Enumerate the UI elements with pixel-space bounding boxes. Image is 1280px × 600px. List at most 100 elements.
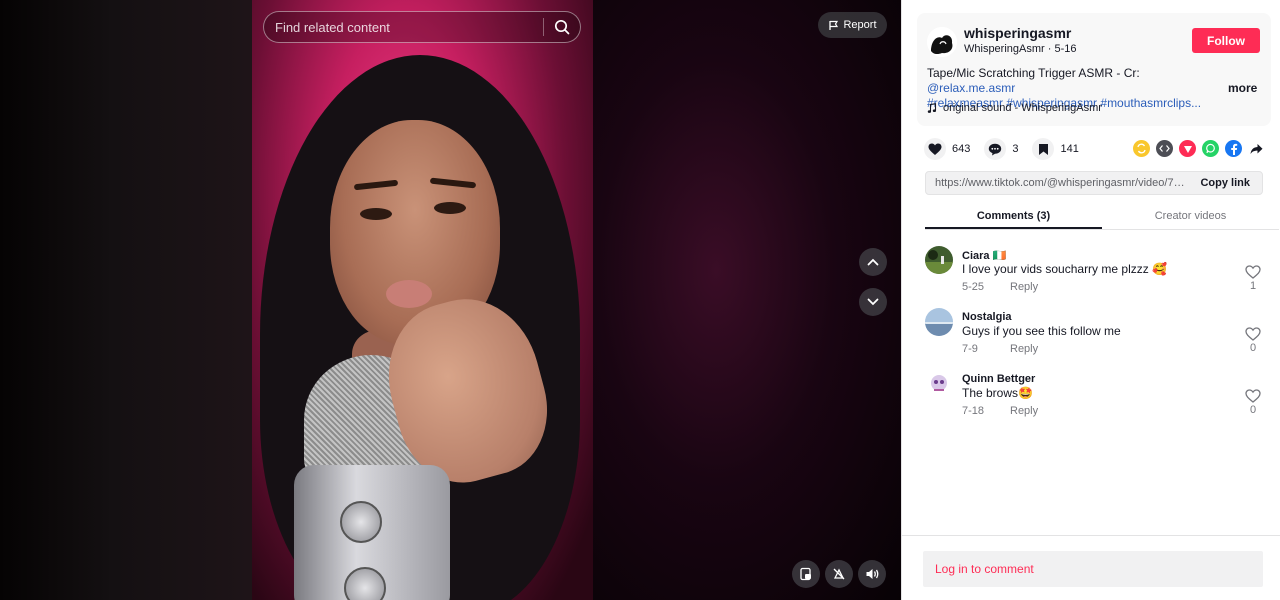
- volume-icon: [866, 569, 878, 579]
- repost-icon: [1137, 143, 1146, 154]
- sound-link[interactable]: original sound - WhisperingAsmr: [927, 102, 1102, 114]
- video-player[interactable]: [252, 0, 593, 600]
- picture-in-picture-icon: [800, 567, 811, 581]
- like-count: 643: [952, 143, 971, 155]
- heart-icon: [928, 143, 942, 155]
- comment-item: Quinn Bettger The brows🤩 7-18 Reply 0: [925, 370, 1265, 432]
- commenter-avatar-image: [925, 370, 953, 398]
- search-button[interactable]: [544, 12, 580, 42]
- video-brow-right: [429, 177, 477, 189]
- comment-button[interactable]: 3: [984, 138, 1018, 160]
- login-to-comment-button[interactable]: Log in to comment: [923, 551, 1263, 587]
- bookmark-icon-wrap: [1032, 138, 1055, 160]
- post-date: 5-16: [1054, 43, 1077, 55]
- comment-like-count: 1: [1249, 280, 1257, 292]
- bookmark-icon: [1038, 143, 1048, 155]
- send-share-button[interactable]: [1179, 140, 1196, 157]
- commenter-avatar-image: [925, 246, 953, 274]
- repost-share-button[interactable]: [1133, 140, 1150, 157]
- author-username[interactable]: whisperingasmr: [964, 25, 1071, 41]
- author-subline: WhisperingAsmr · 5-16: [964, 43, 1077, 55]
- floating-player-button[interactable]: [792, 560, 820, 588]
- send-icon: [1183, 145, 1192, 153]
- comment-text: The brows🤩: [962, 386, 1033, 400]
- description-text: Tape/Mic Scratching Trigger ASMR - Cr:: [927, 66, 1140, 80]
- comment-footer: Log in to comment: [902, 535, 1280, 600]
- comment-like-count: 0: [1249, 404, 1257, 416]
- music-note-icon: [927, 102, 937, 113]
- facebook-icon: [1230, 143, 1237, 155]
- share-options: [1133, 140, 1265, 157]
- like-button[interactable]: 643: [924, 138, 970, 160]
- share-link-url[interactable]: https://www.tiktok.com/@whisperingasmr/v…: [926, 177, 1188, 189]
- heart-outline-icon[interactable]: [1245, 265, 1261, 279]
- author-display-name[interactable]: WhisperingAsmr: [964, 43, 1045, 55]
- report-button[interactable]: Report: [818, 12, 887, 38]
- comment-date: 7-9: [962, 343, 978, 355]
- flag-icon: [829, 20, 839, 30]
- sound-label: original sound - WhisperingAsmr: [943, 102, 1102, 114]
- comment-like-count: 0: [1249, 342, 1257, 354]
- next-video-button[interactable]: [859, 288, 887, 316]
- author-avatar-icon: [927, 27, 957, 57]
- comment-item: Ciara 🇮🇪 I love your vids soucharry me p…: [925, 246, 1265, 308]
- chevron-down-icon: [867, 298, 879, 306]
- reply-button[interactable]: Reply: [1010, 343, 1038, 355]
- copy-link-button[interactable]: Copy link: [1188, 177, 1262, 189]
- commenter-name[interactable]: Nostalgia: [962, 311, 1012, 323]
- commenter-avatar[interactable]: [925, 246, 953, 274]
- heart-outline-icon[interactable]: [1245, 327, 1261, 341]
- save-button[interactable]: 141: [1032, 138, 1079, 160]
- comment-icon: [989, 143, 1002, 155]
- detail-panel: whisperingasmr WhisperingAsmr · 5-16 Fol…: [901, 0, 1280, 600]
- blurred-background-right: [593, 0, 901, 600]
- whatsapp-icon: [1206, 143, 1215, 154]
- video-brow-left: [353, 179, 399, 191]
- chevron-up-icon: [867, 258, 879, 266]
- comment-item: Nostalgia Guys if you see this follow me…: [925, 308, 1265, 370]
- commenter-name[interactable]: Quinn Bettger: [962, 373, 1035, 385]
- reply-button[interactable]: Reply: [1010, 405, 1038, 417]
- comment-date: 5-25: [962, 281, 985, 293]
- mention-link[interactable]: @relax.me.asmr: [927, 81, 1015, 95]
- tab-comments[interactable]: Comments (3): [925, 203, 1102, 229]
- search-input[interactable]: [275, 12, 543, 42]
- comment-count: 3: [1012, 143, 1019, 155]
- reply-button[interactable]: Reply: [1010, 281, 1038, 293]
- embed-code-icon: [1159, 145, 1170, 152]
- previous-video-button[interactable]: [859, 248, 887, 276]
- share-arrow-icon: [1250, 143, 1263, 154]
- report-label: Report: [843, 19, 877, 31]
- comment-list: Ciara 🇮🇪 I love your vids soucharry me p…: [925, 246, 1265, 432]
- video-eye-right: [434, 202, 466, 214]
- commenter-avatar[interactable]: [925, 370, 953, 398]
- commenter-avatar[interactable]: [925, 308, 953, 336]
- more-button[interactable]: more: [1228, 81, 1257, 95]
- video-info-card: whisperingasmr WhisperingAsmr · 5-16 Fol…: [917, 13, 1271, 126]
- comment-text: I love your vids soucharry me plzzz 🥰: [962, 262, 1168, 276]
- more-share-button[interactable]: [1248, 140, 1265, 157]
- video-stage: Report: [0, 0, 901, 600]
- save-count: 141: [1060, 143, 1079, 155]
- comment-text: Guys if you see this follow me: [962, 324, 1121, 338]
- whatsapp-share-button[interactable]: [1202, 140, 1219, 157]
- panel-tabs: Comments (3) Creator videos: [925, 203, 1279, 230]
- volume-button[interactable]: [858, 560, 886, 588]
- share-link-box: https://www.tiktok.com/@whisperingasmr/v…: [925, 171, 1263, 195]
- facebook-share-button[interactable]: [1225, 140, 1242, 157]
- video-mic-knob: [344, 567, 386, 600]
- heart-icon-wrap: [924, 138, 946, 160]
- search-bar: [263, 11, 581, 43]
- heart-outline-icon[interactable]: [1245, 389, 1261, 403]
- video-mic-knob: [340, 501, 382, 543]
- author-avatar[interactable]: [927, 27, 957, 57]
- tab-creator-videos[interactable]: Creator videos: [1102, 203, 1279, 229]
- commenter-name[interactable]: Ciara 🇮🇪: [962, 249, 1006, 262]
- search-icon: [554, 19, 570, 35]
- hide-overlay-icon: [833, 568, 845, 580]
- embed-share-button[interactable]: [1156, 140, 1173, 157]
- follow-button[interactable]: Follow: [1192, 28, 1260, 53]
- app-root: Report: [0, 0, 1280, 600]
- toggle-overlay-button[interactable]: [825, 560, 853, 588]
- engagement-bar: 643 3 141: [924, 138, 1093, 160]
